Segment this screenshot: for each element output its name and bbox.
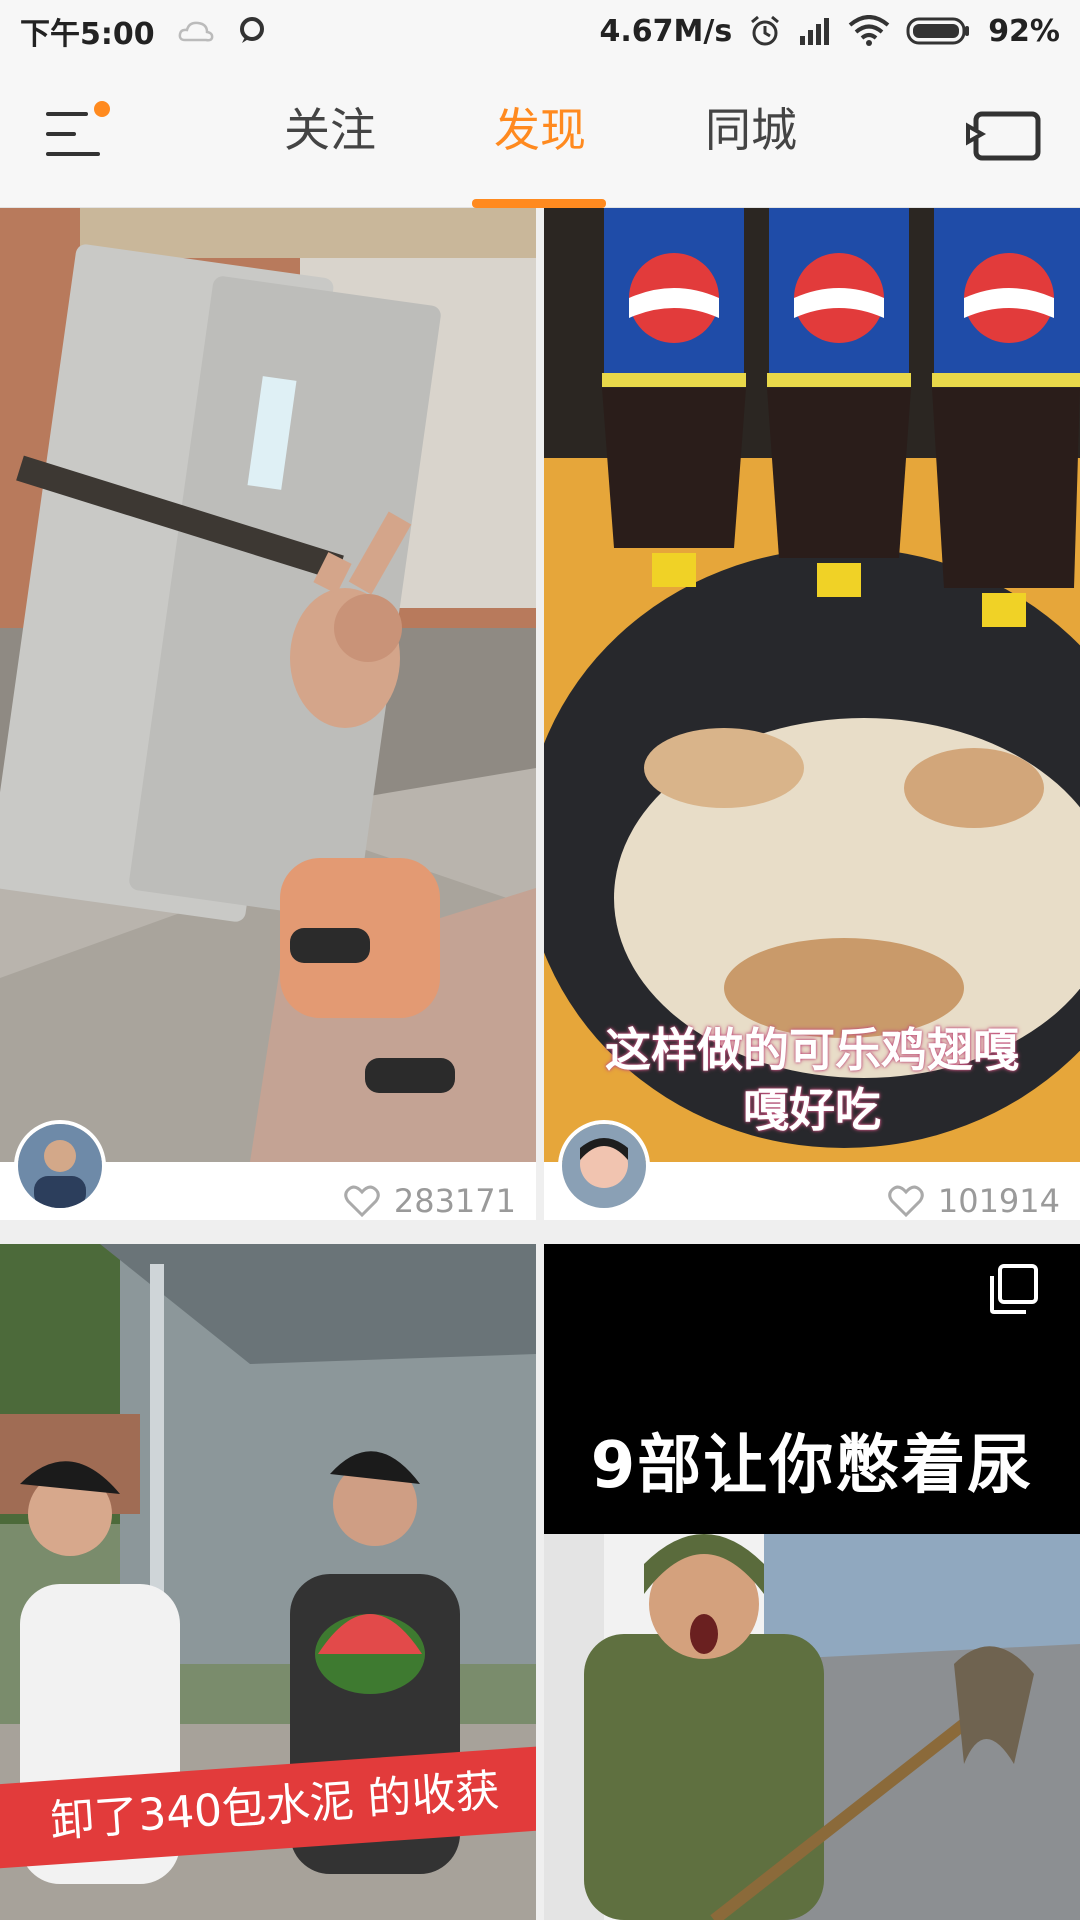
heart-icon [344,1185,380,1217]
video-thumbnail[interactable]: 这样做的可乐鸡翅嘎 嘎好吃 [544,208,1080,1162]
menu-icon[interactable] [44,101,110,164]
video-title-text: 9部让你憋着尿 [590,1429,1034,1503]
video-caption: 这样做的可乐鸡翅嘎 嘎好吃 [544,1020,1080,1140]
like-count[interactable]: 283171 [344,1182,516,1220]
like-count[interactable]: 101914 [888,1182,1060,1220]
video-feed[interactable]: 283171 这样做的可乐鸡翅嘎 嘎好吃 101914 卸了340包水泥 的收获… [0,208,1080,1920]
status-time: 下午5:00 [20,17,155,52]
avatar[interactable] [14,1120,106,1212]
avatar[interactable] [558,1120,650,1212]
active-tab-indicator [472,199,606,208]
battery-icon [906,15,972,47]
message-icon [237,16,267,46]
video-thumbnail[interactable] [0,208,536,1162]
network-speed: 4.67M/s [599,13,733,49]
like-count-text: 101914 [937,1182,1060,1220]
alarm-icon [748,14,782,48]
card-footer: 101914 [544,1120,1080,1220]
tab-nearby[interactable]: 同城 [681,100,821,160]
cast-icon[interactable] [964,110,1044,166]
weather-icon [177,16,215,46]
caption-line-1: 这样做的可乐鸡翅嘎 [605,1023,1019,1077]
video-card[interactable]: 卸了340包水泥 的收获 [0,1244,536,1920]
top-nav: 关注 发现 同城 [0,62,1080,208]
wifi-icon [848,15,890,47]
video-thumbnail[interactable]: 9部让你憋着尿 [544,1244,1080,1920]
multi-video-icon [986,1262,1042,1318]
video-card[interactable]: 这样做的可乐鸡翅嘎 嘎好吃 101914 [544,208,1080,1220]
video-thumbnail[interactable]: 卸了340包水泥 的收获 [0,1244,536,1920]
tab-discover[interactable]: 发现 [470,100,610,160]
status-bar: 下午5:00 4.67M/s 92% [0,0,1080,62]
tab-following[interactable]: 关注 [260,100,400,160]
video-card[interactable]: 283171 [0,208,536,1220]
heart-icon [888,1185,924,1217]
like-count-text: 283171 [393,1182,516,1220]
battery-level: 92% [988,13,1060,49]
video-card[interactable]: 9部让你憋着尿 [544,1244,1080,1920]
card-footer: 283171 [0,1120,536,1220]
notification-dot [94,101,110,117]
signal-icon [798,16,832,46]
